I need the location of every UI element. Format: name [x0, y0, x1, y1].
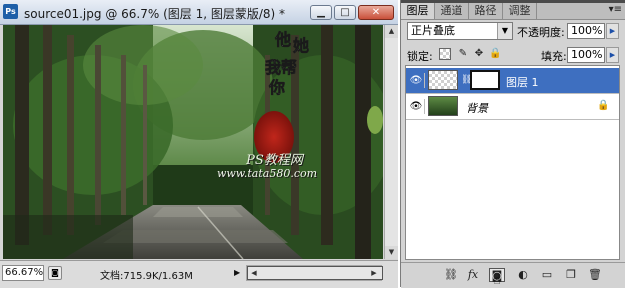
close-icon: ✕	[371, 7, 381, 18]
blend-mode-value: 正片叠底	[411, 24, 455, 37]
minimize-icon: ▁	[317, 7, 325, 18]
layer-mask-thumbnail[interactable]	[470, 70, 500, 90]
link-chain-icon[interactable]: ⛓	[461, 74, 472, 86]
lock-move-icon[interactable]: ✥	[473, 48, 485, 60]
lock-brush-icon[interactable]: ✎	[457, 48, 469, 60]
tab-channels[interactable]: 通道	[435, 3, 469, 19]
vertical-scrollbar[interactable]: ▲ ▼	[384, 25, 398, 259]
panel-footer-toolbar: ⛓ fx ◙ ◐ ▭ ❐ 🗑 ☝	[401, 262, 625, 288]
scroll-left-icon[interactable]: ◀	[248, 267, 260, 279]
panel-menu-icon[interactable]: ▾≡	[609, 4, 622, 15]
lock-label: 锁定:	[407, 50, 433, 63]
calligraphy-logo: 他 她 我 帮 你	[265, 30, 310, 98]
opacity-arrow-icon[interactable]: ▶	[606, 23, 619, 39]
tab-adjustments[interactable]: 调整	[503, 3, 537, 19]
svg-text:他: 他	[274, 30, 291, 49]
lock-transparency-icon[interactable]	[439, 48, 451, 60]
lock-all-icon[interactable]: 🔒	[489, 48, 501, 60]
chevron-down-icon: ▼	[497, 23, 512, 39]
new-group-folder-icon[interactable]: ▭	[539, 268, 555, 282]
svg-text:她: 她	[293, 36, 309, 55]
scroll-right-icon[interactable]: ▶	[368, 267, 380, 279]
photoshop-logo-icon: Ps	[3, 4, 18, 19]
image-canvas[interactable]: 他 她 我 帮 你 PS教程网 www.tata580.com	[3, 25, 383, 259]
fill-arrow-icon[interactable]: ▶	[606, 47, 619, 63]
opacity-label: 不透明度:	[517, 26, 565, 39]
visibility-eye-icon[interactable]: 👁	[408, 99, 425, 114]
new-layer-icon[interactable]: ❐	[563, 268, 579, 282]
document-title-bar[interactable]: Ps source01.jpg @ 66.7% (图层 1, 图层蒙版/8) *…	[0, 0, 398, 25]
zoom-field[interactable]: 66.67%	[2, 265, 44, 281]
watermark: 他 她 我 帮 你 PS教程网 www.tata580.com	[215, 29, 330, 209]
minimize-button[interactable]: ▁	[310, 5, 332, 20]
tab-layers[interactable]: 图层	[401, 3, 435, 19]
svg-text:我: 我	[265, 58, 281, 77]
document-size-info: 文档:715.9K/1.63M	[100, 271, 193, 282]
scroll-up-icon[interactable]: ▲	[385, 25, 398, 38]
status-menu-arrow-icon[interactable]: ▶	[234, 266, 244, 280]
document-title: source01.jpg @ 66.7% (图层 1, 图层蒙版/8) *	[24, 7, 286, 21]
adjustment-layer-icon[interactable]: ◐	[515, 268, 531, 282]
layer-name[interactable]: 背景	[466, 100, 488, 116]
delete-layer-trash-icon[interactable]: 🗑	[587, 268, 603, 282]
panel-tabs: 图层 通道 路径 调整 ▾≡	[401, 3, 625, 20]
layer-thumbnail	[428, 96, 458, 116]
svg-text:帮: 帮	[281, 58, 297, 77]
layer-row-1[interactable]: 👁 ⛓ 图层 1	[406, 68, 619, 94]
status-info-icon[interactable]: ◙	[48, 266, 62, 280]
lock-icon: 🔒	[597, 100, 610, 111]
layers-list: 👁 ⛓ 图层 1 👁 背景 🔒	[405, 65, 620, 260]
mouse-pointer-icon: ☝	[493, 273, 501, 288]
site-name-text: PS教程网	[246, 153, 303, 168]
blend-mode-select[interactable]: 正片叠底 ▼	[407, 22, 513, 40]
opacity-input[interactable]: 100%	[567, 23, 605, 39]
horizontal-scrollbar[interactable]: ◀ ▶	[246, 265, 383, 281]
maximize-button[interactable]: □	[334, 5, 356, 20]
close-button[interactable]: ✕	[358, 5, 394, 20]
status-bar: 66.67% ◙ 文档:715.9K/1.63M ▶ ◀ ▶	[0, 260, 398, 288]
layer-style-fx-icon[interactable]: fx	[465, 268, 481, 282]
tab-paths[interactable]: 路径	[469, 3, 503, 19]
lock-fill-row: 锁定: ✎ ✥ 🔒 填充: 100% ▶	[401, 45, 625, 65]
svg-text:你: 你	[268, 78, 285, 97]
layer-thumbnail	[428, 70, 458, 90]
maximize-icon: □	[340, 7, 350, 18]
fill-label: 填充:	[541, 50, 567, 63]
horizontal-scroll-thumb[interactable]	[247, 266, 383, 280]
site-url-text: www.tata580.com	[216, 167, 318, 180]
layers-panel: 图层 通道 路径 调整 ▾≡ 正片叠底 ▼ 不透明度: 100% ▶ 锁定: ✎…	[400, 0, 625, 288]
document-window: Ps source01.jpg @ 66.7% (图层 1, 图层蒙版/8) *…	[0, 0, 398, 288]
scroll-down-icon[interactable]: ▼	[385, 246, 398, 259]
link-layers-icon[interactable]: ⛓	[443, 268, 459, 282]
layer-name[interactable]: 图层 1	[506, 74, 539, 90]
visibility-eye-icon[interactable]: 👁	[408, 73, 425, 88]
fill-input[interactable]: 100%	[567, 47, 605, 63]
blend-opacity-row: 正片叠底 ▼ 不透明度: 100% ▶	[401, 20, 625, 42]
layer-row-background[interactable]: 👁 背景 🔒	[406, 94, 619, 120]
